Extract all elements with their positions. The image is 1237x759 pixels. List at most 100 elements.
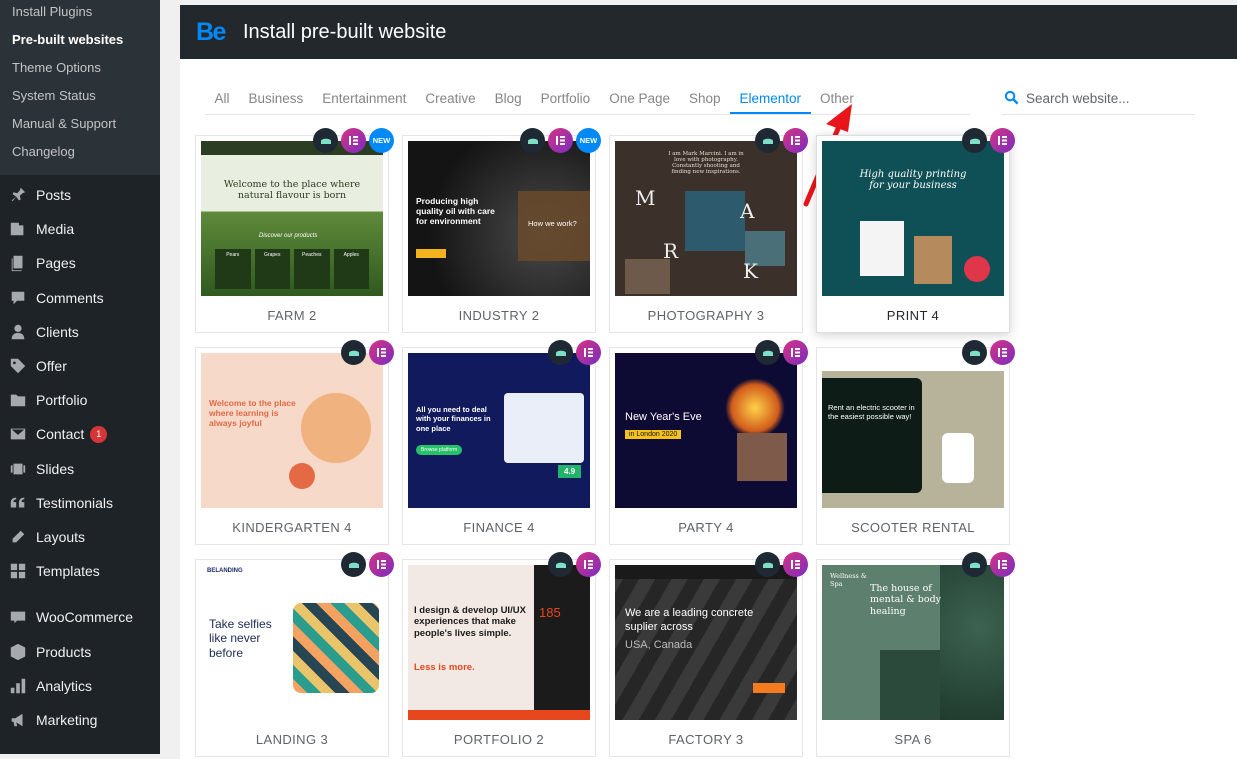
- website-thumbnail[interactable]: Producing high quality oil with care for…: [408, 141, 590, 296]
- tab-creative[interactable]: Creative: [416, 87, 485, 114]
- menu-item-contact[interactable]: Contact 1: [0, 417, 160, 451]
- tab-entertainment[interactable]: Entertainment: [313, 87, 416, 114]
- card-badges: [755, 552, 808, 577]
- website-card[interactable]: I am Mark Marcini. I am in love with pho…: [609, 128, 808, 333]
- website-name: FACTORY 3: [668, 732, 744, 747]
- website-thumbnail[interactable]: All you need to deal with your finances …: [408, 353, 590, 508]
- website-card[interactable]: Welcome to the place where natural flavo…: [195, 128, 394, 333]
- website-card[interactable]: I design & develop UI/UX experiences tha…: [402, 552, 601, 757]
- pages-icon: [8, 253, 28, 273]
- thumb-title: Welcome to the place where learning is a…: [209, 398, 296, 429]
- website-card[interactable]: BELANDING Take selfies like never before…: [195, 552, 394, 757]
- menu-item-portfolio[interactable]: Portfolio: [0, 383, 160, 417]
- menu-item-comments[interactable]: Comments: [0, 281, 160, 315]
- thumb-sub: in London 2020: [625, 430, 682, 439]
- submenu-item-manual-support[interactable]: Manual & Support: [0, 112, 160, 140]
- new-badge: NEW: [576, 128, 601, 153]
- page-header: Be Install pre-built website: [180, 5, 1237, 59]
- new-badge: NEW: [369, 128, 394, 153]
- menu-item-pages[interactable]: Pages: [0, 246, 160, 280]
- menu-item-woocommerce[interactable]: WooCommerce: [0, 600, 160, 634]
- website-name: PHOTOGRAPHY 3: [647, 308, 765, 323]
- website-name: PORTFOLIO 2: [453, 732, 545, 747]
- menu-item-testimonials[interactable]: Testimonials: [0, 486, 160, 520]
- website-name: PRINT 4: [886, 308, 940, 323]
- menu-item-clients[interactable]: Clients: [0, 315, 160, 349]
- menu-item-templates[interactable]: Templates: [0, 554, 160, 588]
- elementor-icon: [341, 128, 366, 153]
- submenu-item-system-status[interactable]: System Status: [0, 84, 160, 112]
- website-card[interactable]: We are a leading concrete suplier across…: [609, 552, 808, 757]
- card-badges: NEW: [313, 128, 394, 153]
- website-thumbnail[interactable]: Welcome to the place where learning is a…: [201, 353, 383, 508]
- website-thumbnail[interactable]: Welcome to the place where natural flavo…: [201, 141, 383, 296]
- website-card[interactable]: Welcome to the place where learning is a…: [195, 340, 394, 545]
- be-theme-icon: [341, 552, 366, 577]
- submenu-item-prebuilt-websites[interactable]: Pre-built websites: [0, 28, 160, 56]
- be-theme-icon: [755, 552, 780, 577]
- thumb-title: I design & develop UI/UX experiences tha…: [414, 605, 526, 639]
- card-badges: [755, 128, 808, 153]
- menu-item-marketing[interactable]: Marketing: [0, 703, 160, 737]
- be-theme-icon: [548, 552, 573, 577]
- thumb-title: The house of mental & body healing: [870, 583, 942, 617]
- website-card[interactable]: High quality printing for your business …: [816, 128, 1015, 333]
- search-icon: [1004, 90, 1019, 105]
- menu-item-offer[interactable]: Offer: [0, 349, 160, 383]
- tab-shop[interactable]: Shop: [679, 87, 730, 114]
- website-card[interactable]: All you need to deal with your finances …: [402, 340, 601, 545]
- elementor-icon: [990, 340, 1015, 365]
- thumb-title: Welcome to the place where natural flavo…: [223, 179, 361, 201]
- submenu-item-install-plugins[interactable]: Install Plugins: [0, 0, 160, 28]
- website-name: SPA 6: [894, 732, 932, 747]
- submenu-item-changelog[interactable]: Changelog: [0, 140, 160, 168]
- website-card[interactable]: Rent an electric scooter in the easiest …: [816, 340, 1015, 545]
- thumb-title: Rent an electric scooter in the easiest …: [828, 403, 915, 422]
- card-badges: NEW: [520, 128, 601, 153]
- thumb-sub: Discover our products: [259, 233, 318, 239]
- submenu-item-theme-options[interactable]: Theme Options: [0, 56, 160, 84]
- website-card[interactable]: Producing high quality oil with care for…: [402, 128, 601, 333]
- edit-icon: [8, 527, 28, 547]
- website-name: KINDERGARTEN 4: [232, 520, 352, 535]
- website-name: SCOOTER RENTAL: [851, 520, 975, 535]
- tab-business[interactable]: Business: [239, 87, 313, 114]
- be-theme-icon: [755, 340, 780, 365]
- website-thumbnail[interactable]: Wellness & Spa The house of mental & bod…: [822, 565, 1004, 720]
- website-thumbnail[interactable]: New Year's Eve in London 2020: [615, 353, 797, 508]
- menu-item-slides[interactable]: Slides: [0, 452, 160, 486]
- elementor-icon: [369, 552, 394, 577]
- website-thumbnail[interactable]: I design & develop UI/UX experiences tha…: [408, 565, 590, 720]
- website-thumbnail[interactable]: Rent an electric scooter in the easiest …: [822, 353, 1004, 508]
- thumb-title: Take selfies like never before: [209, 617, 272, 660]
- menu-item-posts[interactable]: Posts: [0, 178, 160, 212]
- menu-item-layouts[interactable]: Layouts: [0, 520, 160, 554]
- megaphone-icon: [8, 710, 28, 730]
- website-card[interactable]: Wellness & Spa The house of mental & bod…: [816, 552, 1015, 757]
- comment-icon: [8, 288, 28, 308]
- website-thumbnail[interactable]: We are a leading concrete suplier across…: [615, 565, 797, 720]
- card-badges: [962, 340, 1015, 365]
- folder-icon: [8, 390, 28, 410]
- tab-one-page[interactable]: One Page: [600, 87, 680, 114]
- tab-blog[interactable]: Blog: [485, 87, 531, 114]
- card-badges: [755, 340, 808, 365]
- website-name: FARM 2: [267, 308, 317, 323]
- website-thumbnail[interactable]: BELANDING Take selfies like never before: [201, 565, 383, 720]
- tab-all[interactable]: All: [205, 87, 239, 114]
- elementor-icon: [990, 552, 1015, 577]
- menu-item-products[interactable]: Products: [0, 634, 160, 668]
- woo-icon: [8, 607, 28, 627]
- website-card[interactable]: New Year's Eve in London 2020 PARTY 4: [609, 340, 808, 545]
- thumb-title: High quality printing for your business: [859, 169, 967, 191]
- website-thumbnail[interactable]: I am Mark Marcini. I am in love with pho…: [615, 141, 797, 296]
- menu-item-media[interactable]: Media: [0, 212, 160, 246]
- website-thumbnail[interactable]: High quality printing for your business: [822, 141, 1004, 296]
- search-input[interactable]: Search website...: [1002, 87, 1195, 115]
- media-icon: [8, 219, 28, 239]
- box-icon: [8, 642, 28, 662]
- tab-portfolio[interactable]: Portfolio: [531, 87, 600, 114]
- menu-item-analytics[interactable]: Analytics: [0, 669, 160, 703]
- thumb-sub: USA, Canada: [625, 639, 693, 651]
- slides-icon: [8, 459, 28, 479]
